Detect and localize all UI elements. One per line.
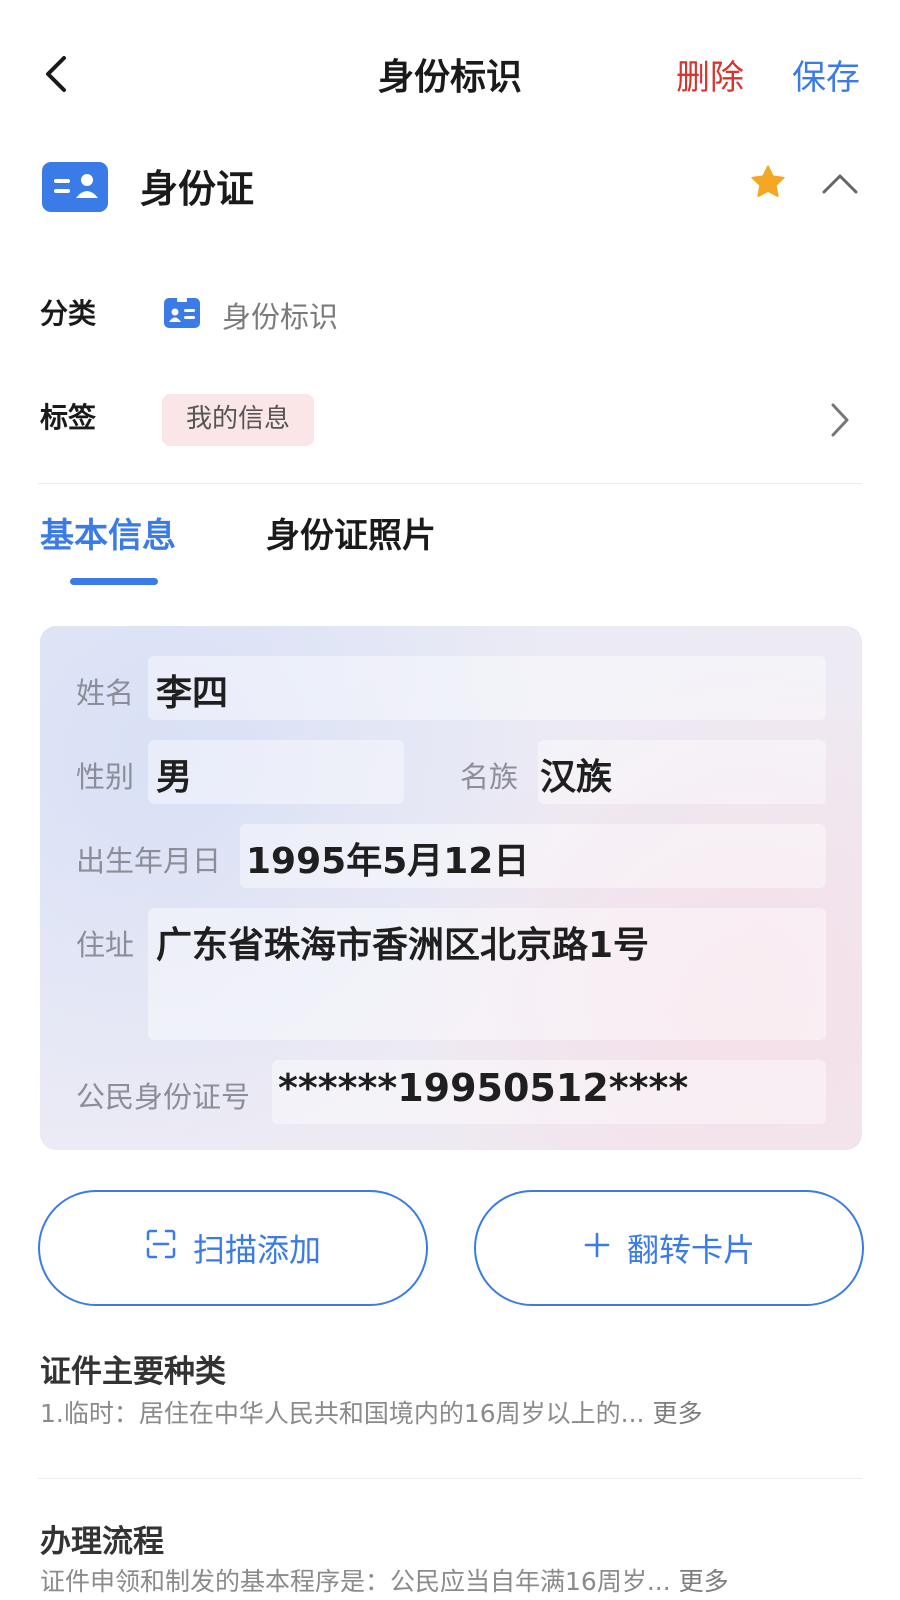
id-number-label: 公民身份证号 [76,1080,251,1114]
active-tab-indicator [70,578,158,585]
ethnicity-value: 汉族 [540,757,613,798]
divider [38,483,862,484]
section-summary: 证件申领和制发的基本程序是：公民应当自年满16周岁... [40,1567,671,1596]
name-label: 姓名 [76,676,135,710]
id-card-icon [42,162,108,212]
birth-label: 出生年月日 [76,844,222,878]
favorite-star-icon[interactable] [748,162,788,202]
plus-icon [583,1229,611,1267]
id-card: 姓名 李四 性别 男 名族 汉族 出生年月日 1995年5月12日 住址 广东省… [40,626,862,1150]
name-field[interactable] [148,656,826,720]
more-link[interactable]: 更多 [679,1567,729,1596]
tags-label: 标签 [40,401,97,434]
scan-add-button[interactable]: 扫描添加 [38,1190,428,1306]
section-title-id-types: 证件主要种类 [40,1354,226,1390]
more-link[interactable]: 更多 [652,1399,702,1428]
gender-label: 性别 [76,760,135,794]
address-value: 广东省珠海市香洲区北京路1号 [156,925,650,966]
name-value: 李四 [156,673,229,714]
gender-value: 男 [156,757,193,798]
id-number-value: ******19950512**** [278,1066,689,1110]
scan-add-label: 扫描添加 [192,1231,321,1269]
page-title: 身份标识 [377,57,522,98]
divider [38,1478,862,1479]
birth-value: 1995年5月12日 [246,841,530,882]
id-category-icon[interactable] [164,298,200,328]
delete-button[interactable]: 删除 [676,50,744,99]
category-label: 分类 [40,297,97,330]
scan-icon [145,1228,177,1268]
chevron-right-icon[interactable] [828,400,852,440]
section-summary: 1.临时：居住在中华人民共和国境内的16周岁以上的... [40,1399,645,1428]
ethnicity-label: 名族 [460,760,519,794]
category-value[interactable]: 身份标识 [222,294,338,336]
flip-card-label: 翻转卡片 [626,1231,755,1269]
tag-chip[interactable]: 我的信息 [162,394,315,446]
tab-id-photos[interactable]: 身份证照片 [266,508,436,557]
document-title: 身份证 [140,167,255,211]
section-text-process: 证件申领和制发的基本程序是：公民应当自年满16周岁... 更多 [40,1562,729,1598]
collapse-chevron-up-icon[interactable] [820,170,860,196]
address-label: 住址 [76,928,135,962]
save-button[interactable]: 保存 [792,50,860,99]
tab-basic-info[interactable]: 基本信息 [40,508,176,557]
flip-card-button[interactable]: 翻转卡片 [474,1190,864,1306]
section-title-process: 办理流程 [40,1524,164,1560]
section-text-id-types: 1.临时：居住在中华人民共和国境内的16周岁以上的... 更多 [40,1394,702,1430]
